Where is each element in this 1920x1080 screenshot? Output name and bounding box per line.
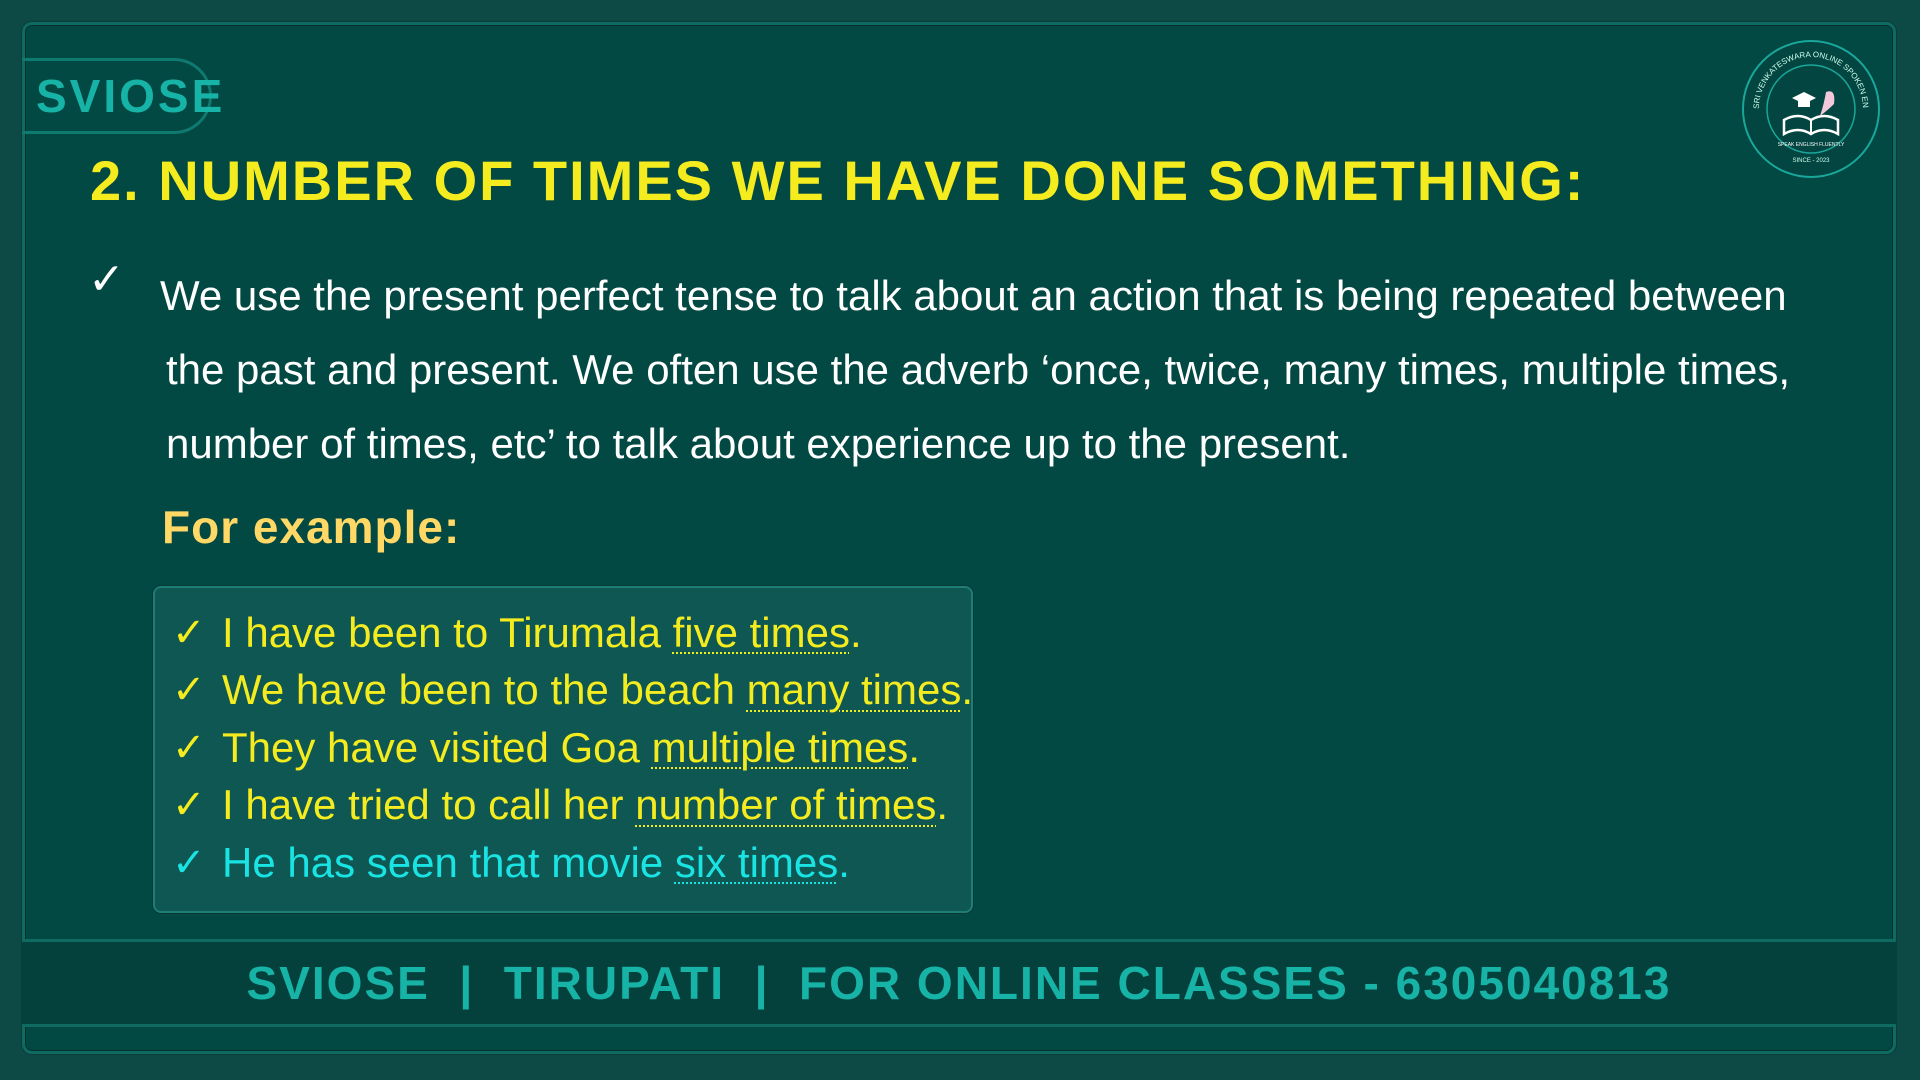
- example-text: I have tried to call her: [222, 781, 636, 829]
- check-icon: ✓: [172, 610, 206, 655]
- page-title: 2. NUMBER OF TIMES WE HAVE DONE SOMETHIN…: [90, 149, 1586, 212]
- example-end: .: [849, 608, 862, 656]
- logo-inner-text: SPEAK ENGLISH FLUENTLY: [1778, 142, 1845, 148]
- example-highlight: many times: [746, 666, 962, 714]
- example-end: .: [908, 723, 920, 771]
- example-item: ✓ He has seen that movie six times.: [172, 834, 973, 892]
- example-end: .: [936, 781, 949, 829]
- check-icon: ✓: [172, 783, 206, 828]
- paragraph-line: We use the present perfect tense to talk…: [160, 272, 1787, 319]
- example-end: .: [961, 666, 974, 714]
- example-item: ✓ They have visited Goa multiple times.: [172, 719, 973, 777]
- check-icon: ✓: [172, 840, 206, 885]
- example-item: ✓ We have been to the beach many times.: [172, 662, 973, 720]
- examples-list: ✓ I have been to Tirumala five times. ✓ …: [172, 604, 973, 892]
- footer-banner: SVIOSE | TIRUPATI | FOR ONLINE CLASSES -…: [22, 939, 1896, 1027]
- example-item: ✓ I have tried to call her number of tim…: [172, 777, 973, 835]
- main-paragraph: We use the present perfect tense to talk…: [160, 259, 1840, 481]
- logo-since-text: SINCE - 2023: [1792, 158, 1830, 164]
- example-text: I have been to Tirumala: [222, 608, 673, 656]
- example-highlight: six times: [674, 838, 839, 886]
- school-logo: SRI VENKATESWARA ONLINE SPOKEN ENGLISH S…: [1737, 31, 1882, 180]
- example-highlight: five times: [672, 608, 850, 656]
- brand-tag: SVIOSE: [22, 58, 222, 134]
- example-text: We have been to the beach: [222, 666, 747, 714]
- check-icon: ✓: [88, 255, 125, 304]
- example-item: ✓ I have been to Tirumala five times.: [172, 604, 973, 662]
- example-text: He has seen that movie: [222, 838, 675, 886]
- paragraph-line: number of times, etc’ to talk about expe…: [166, 420, 1351, 467]
- check-icon: ✓: [172, 725, 206, 770]
- example-highlight: number of times: [635, 781, 937, 829]
- for-example-label: For example:: [162, 501, 461, 553]
- example-end: .: [838, 838, 850, 886]
- example-text: They have visited Goa: [222, 723, 652, 771]
- example-highlight: multiple times: [651, 723, 909, 771]
- paragraph-line: the past and present. We often use the a…: [166, 346, 1791, 393]
- check-icon: ✓: [172, 668, 206, 713]
